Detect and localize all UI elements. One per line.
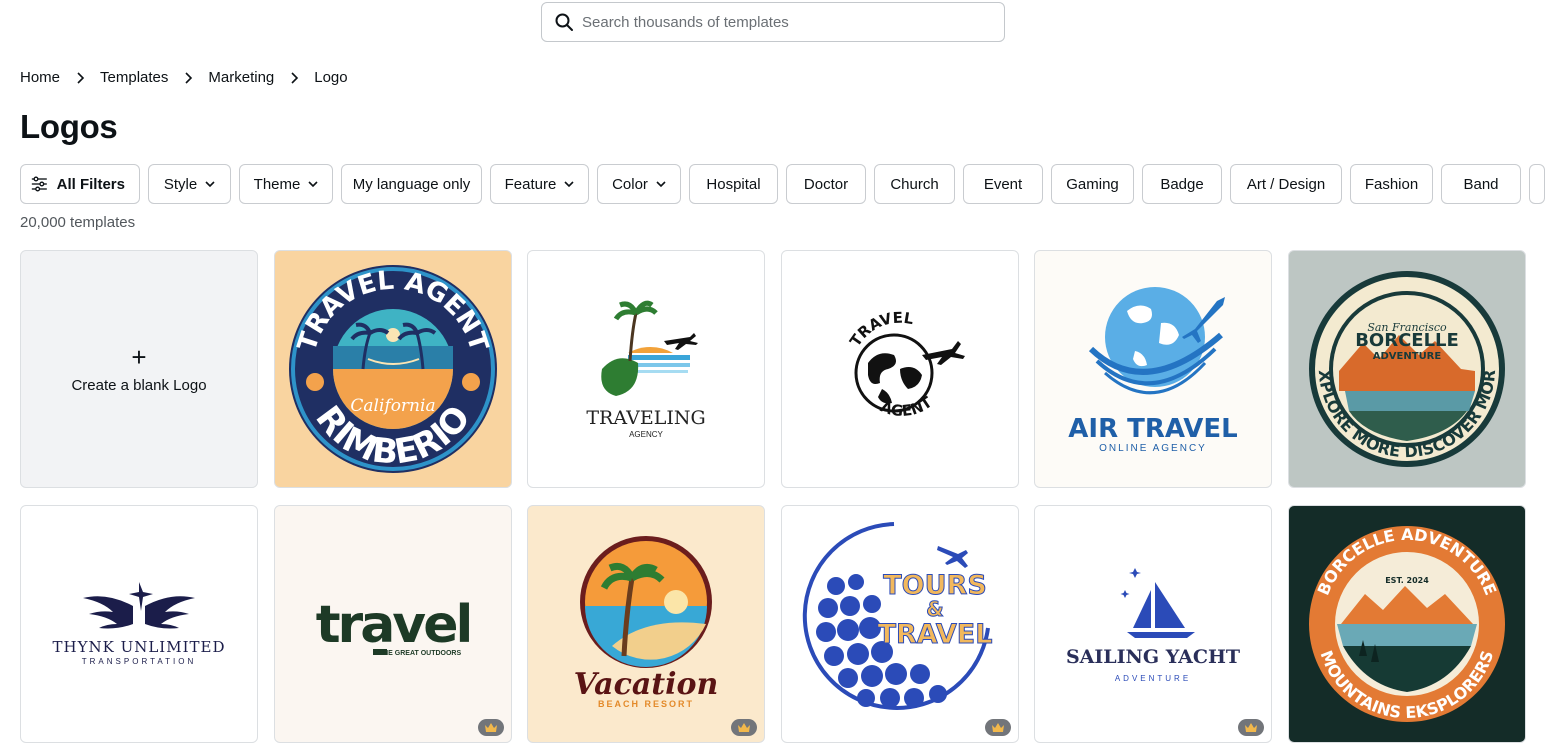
template-card-sailing-yacht[interactable]: SAILING YACHT ADVENTURE: [1034, 505, 1272, 743]
style-label: Style: [163, 175, 198, 193]
chevron-down-icon: [564, 181, 574, 188]
gaming-label: Gaming: [1066, 175, 1119, 193]
style-dropdown[interactable]: Style: [148, 164, 231, 204]
template-card-travel-agent[interactable]: TRAVEL AGENT RIMBERIO California: [274, 250, 512, 488]
t8-title: Vacation: [574, 667, 719, 702]
feature-dropdown[interactable]: Feature: [490, 164, 589, 204]
color-label: Color: [612, 175, 648, 193]
air-travel-logo: AIR TRAVEL ONLINE AGENCY: [1068, 287, 1238, 454]
theme-dropdown[interactable]: Theme: [239, 164, 333, 204]
crown-icon: [478, 719, 504, 736]
breadcrumb-logo: Logo: [314, 69, 348, 86]
template-card-tours-travel[interactable]: TOURS & TRAVEL: [781, 505, 1019, 743]
template-card-air-travel[interactable]: AIR TRAVEL ONLINE AGENCY: [1034, 250, 1272, 488]
t6-sub: TRANSPORTATION: [82, 657, 196, 666]
doctor-label: Doctor: [803, 175, 849, 193]
church-label: Church: [890, 175, 939, 193]
art-design-label: Art / Design: [1246, 175, 1326, 193]
t4-sub: ONLINE AGENCY: [1099, 443, 1207, 454]
template-card-travel-outdoors[interactable]: travel THE GREAT OUTDOORS: [274, 505, 512, 743]
template-count: 20,000 templates: [20, 214, 136, 231]
t7-sub: THE GREAT OUTDOORS: [379, 650, 462, 657]
page-title: Logos: [20, 108, 118, 145]
travel-agent-badge-logo: TRAVEL AGENT RIMBERIO California: [289, 265, 497, 473]
badge-label: Badge: [1160, 175, 1204, 193]
create-blank-card[interactable]: + Create a blank Logo: [20, 250, 258, 488]
t8-sub: BEACH RESORT: [598, 699, 694, 709]
chevron-right-icon: [168, 71, 208, 84]
t9-amp: &: [926, 597, 943, 621]
hospital-label: Hospital: [706, 175, 761, 193]
filter-band[interactable]: Band: [1441, 164, 1521, 204]
vacation-beach-resort-logo: Vacation BEACH RESORT: [574, 536, 719, 709]
breadcrumb-marketing[interactable]: Marketing: [208, 69, 274, 86]
t2-title: TRAVELING: [586, 407, 705, 429]
template-card-travel-agent-globe[interactable]: TRAVEL AGENT: [781, 250, 1019, 488]
search-icon: [555, 13, 573, 31]
chevron-down-icon: [205, 181, 215, 188]
crown-icon: [985, 719, 1011, 736]
t4-title: AIR TRAVEL: [1068, 414, 1237, 444]
filter-church[interactable]: Church: [874, 164, 955, 204]
filter-event[interactable]: Event: [963, 164, 1043, 204]
chevron-down-icon: [308, 181, 318, 188]
fashion-label: Fashion: [1364, 175, 1419, 193]
t9-line2: TRAVEL: [878, 619, 993, 650]
borcelle-mountains-badge-logo: EST. 2024 BORCELLE ADVENTURE MOUNTAINS E…: [1309, 525, 1505, 722]
t10-sub: ADVENTURE: [1115, 674, 1191, 683]
chevron-right-icon: [60, 71, 100, 84]
color-dropdown[interactable]: Color: [597, 164, 681, 204]
thynk-unlimited-logo: THYNK UNLIMITED TRANSPORTATION: [52, 582, 225, 666]
theme-label: Theme: [253, 175, 301, 193]
t5-title: BORCELLE: [1355, 330, 1459, 351]
t2-sub: AGENCY: [629, 430, 663, 439]
chevron-down-icon: [656, 181, 666, 188]
t6-title: THYNK UNLIMITED: [52, 638, 225, 656]
filter-art-design[interactable]: Art / Design: [1230, 164, 1342, 204]
travel-great-outdoors-logo: travel THE GREAT OUTDOORS: [316, 595, 474, 657]
all-filters-label: All Filters: [56, 175, 125, 193]
crown-icon: [1238, 719, 1264, 736]
event-label: Event: [983, 175, 1023, 193]
breadcrumb-home[interactable]: Home: [20, 69, 60, 86]
tours-travel-logo: TOURS & TRAVEL: [802, 522, 993, 710]
filter-hospital[interactable]: Hospital: [689, 164, 778, 204]
search-input[interactable]: [582, 13, 982, 31]
filter-bar: All Filters Style Theme My language only…: [20, 164, 1545, 204]
t10-title: SAILING YACHT: [1066, 646, 1240, 668]
t5-sub: ADVENTURE: [1373, 351, 1442, 362]
plus-icon: +: [131, 341, 147, 372]
all-filters-button[interactable]: All Filters: [20, 164, 140, 204]
traveling-agency-logo: TRAVELING AGENCY: [586, 300, 706, 439]
create-blank-label: Create a blank Logo: [71, 376, 207, 394]
feature-label: Feature: [504, 175, 557, 193]
language-filter-button[interactable]: My language only: [341, 164, 482, 204]
template-card-traveling-agency[interactable]: TRAVELING AGENCY: [527, 250, 765, 488]
t7-title: travel: [316, 595, 471, 655]
filter-badge[interactable]: Badge: [1142, 164, 1222, 204]
filter-gaming[interactable]: Gaming: [1051, 164, 1134, 204]
sailing-yacht-logo: SAILING YACHT ADVENTURE: [1066, 568, 1240, 683]
borcelle-adventure-badge-logo: San Francisco BORCELLE ADVENTURE EXPLORE…: [1289, 251, 1505, 467]
chevron-right-icon: [274, 71, 314, 84]
filter-fashion[interactable]: Fashion: [1350, 164, 1433, 204]
sliders-icon: [31, 176, 47, 192]
crown-icon: [731, 719, 757, 736]
travel-agent-globe-logo: TRAVEL AGENT: [846, 309, 965, 420]
filter-more-partial[interactable]: [1529, 164, 1545, 204]
breadcrumb: Home Templates Marketing Logo: [20, 69, 348, 86]
template-card-thynk-unlimited[interactable]: THYNK UNLIMITED TRANSPORTATION: [20, 505, 258, 743]
search-bar[interactable]: [541, 2, 1005, 42]
t11-est: EST. 2024: [1385, 576, 1429, 585]
band-label: Band: [1463, 175, 1499, 193]
template-card-borcelle-adventure[interactable]: San Francisco BORCELLE ADVENTURE EXPLORE…: [1288, 250, 1526, 488]
template-card-vacation[interactable]: Vacation BEACH RESORT: [527, 505, 765, 743]
language-label: My language only: [352, 175, 471, 193]
template-card-borcelle-mountains[interactable]: EST. 2024 BORCELLE ADVENTURE MOUNTAINS E…: [1288, 505, 1526, 743]
breadcrumb-templates[interactable]: Templates: [100, 69, 168, 86]
filter-doctor[interactable]: Doctor: [786, 164, 866, 204]
t1-script-text: California: [350, 396, 435, 416]
